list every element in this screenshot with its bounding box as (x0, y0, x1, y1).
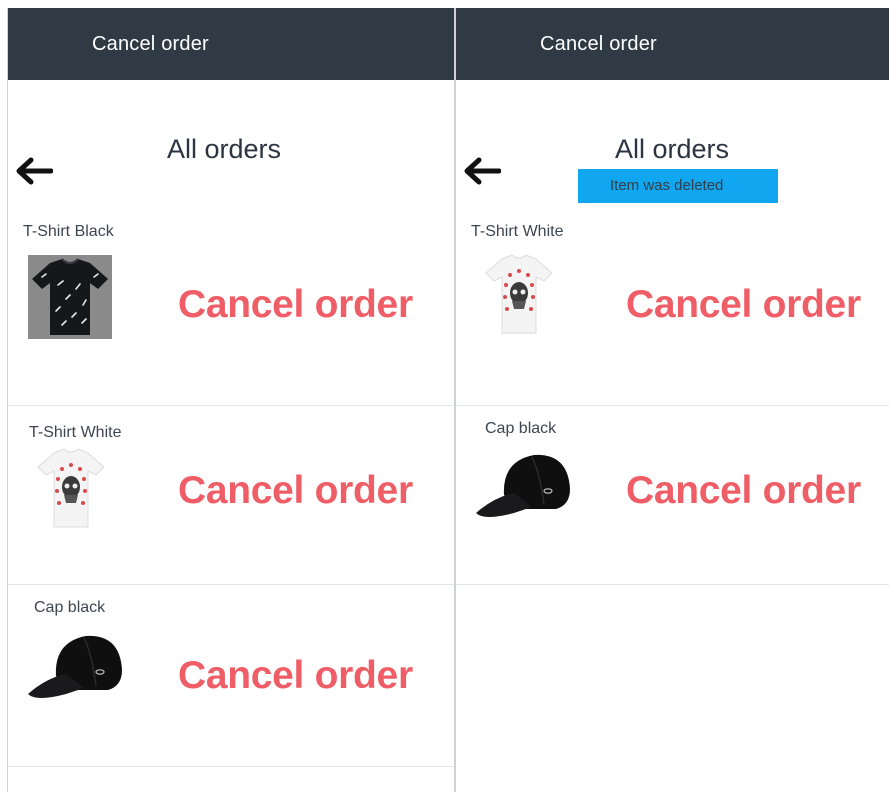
order-row: T-Shirt White Cancel order (8, 405, 454, 585)
screen-before-delete: Cancel order All orders T-Shirt Black Ca… (7, 8, 455, 792)
order-row: Cap black Cancel order (456, 405, 889, 585)
item-name: Cap black (34, 599, 106, 616)
page-title: All orders (615, 134, 730, 164)
tshirt-white-image (485, 254, 553, 334)
app-bar-title: Cancel order (92, 33, 209, 55)
app-bar: Cancel order (456, 8, 889, 80)
cancel-order-button[interactable]: Cancel order (178, 283, 413, 327)
cancel-order-button[interactable]: Cancel order (178, 654, 413, 698)
back-arrow-icon[interactable] (15, 156, 53, 186)
page-title: All orders (167, 134, 282, 164)
item-name: T-Shirt Black (23, 223, 114, 240)
cancel-order-button[interactable]: Cancel order (626, 283, 861, 327)
item-name: Cap black (485, 420, 557, 437)
back-arrow-icon[interactable] (463, 156, 501, 186)
order-row: Cap black Cancel order (8, 584, 454, 767)
item-name: T-Shirt White (471, 223, 564, 240)
cap-black-image (28, 635, 122, 698)
app-bar: Cancel order (8, 8, 454, 80)
cap-black-image (476, 454, 570, 517)
cancel-order-button[interactable]: Cancel order (626, 469, 861, 513)
tshirt-white-image (37, 448, 105, 528)
item-name: T-Shirt White (29, 424, 122, 441)
order-row: T-Shirt White Cancel order (456, 213, 889, 406)
tshirt-black-image (28, 255, 112, 339)
order-row: T-Shirt Black Cancel order (8, 213, 454, 406)
item-deleted-toast: Item was deleted (578, 169, 778, 203)
cancel-order-button[interactable]: Cancel order (178, 469, 413, 513)
screen-after-delete: Cancel order All orders Item was deleted… (455, 8, 889, 792)
app-bar-title: Cancel order (540, 33, 657, 55)
